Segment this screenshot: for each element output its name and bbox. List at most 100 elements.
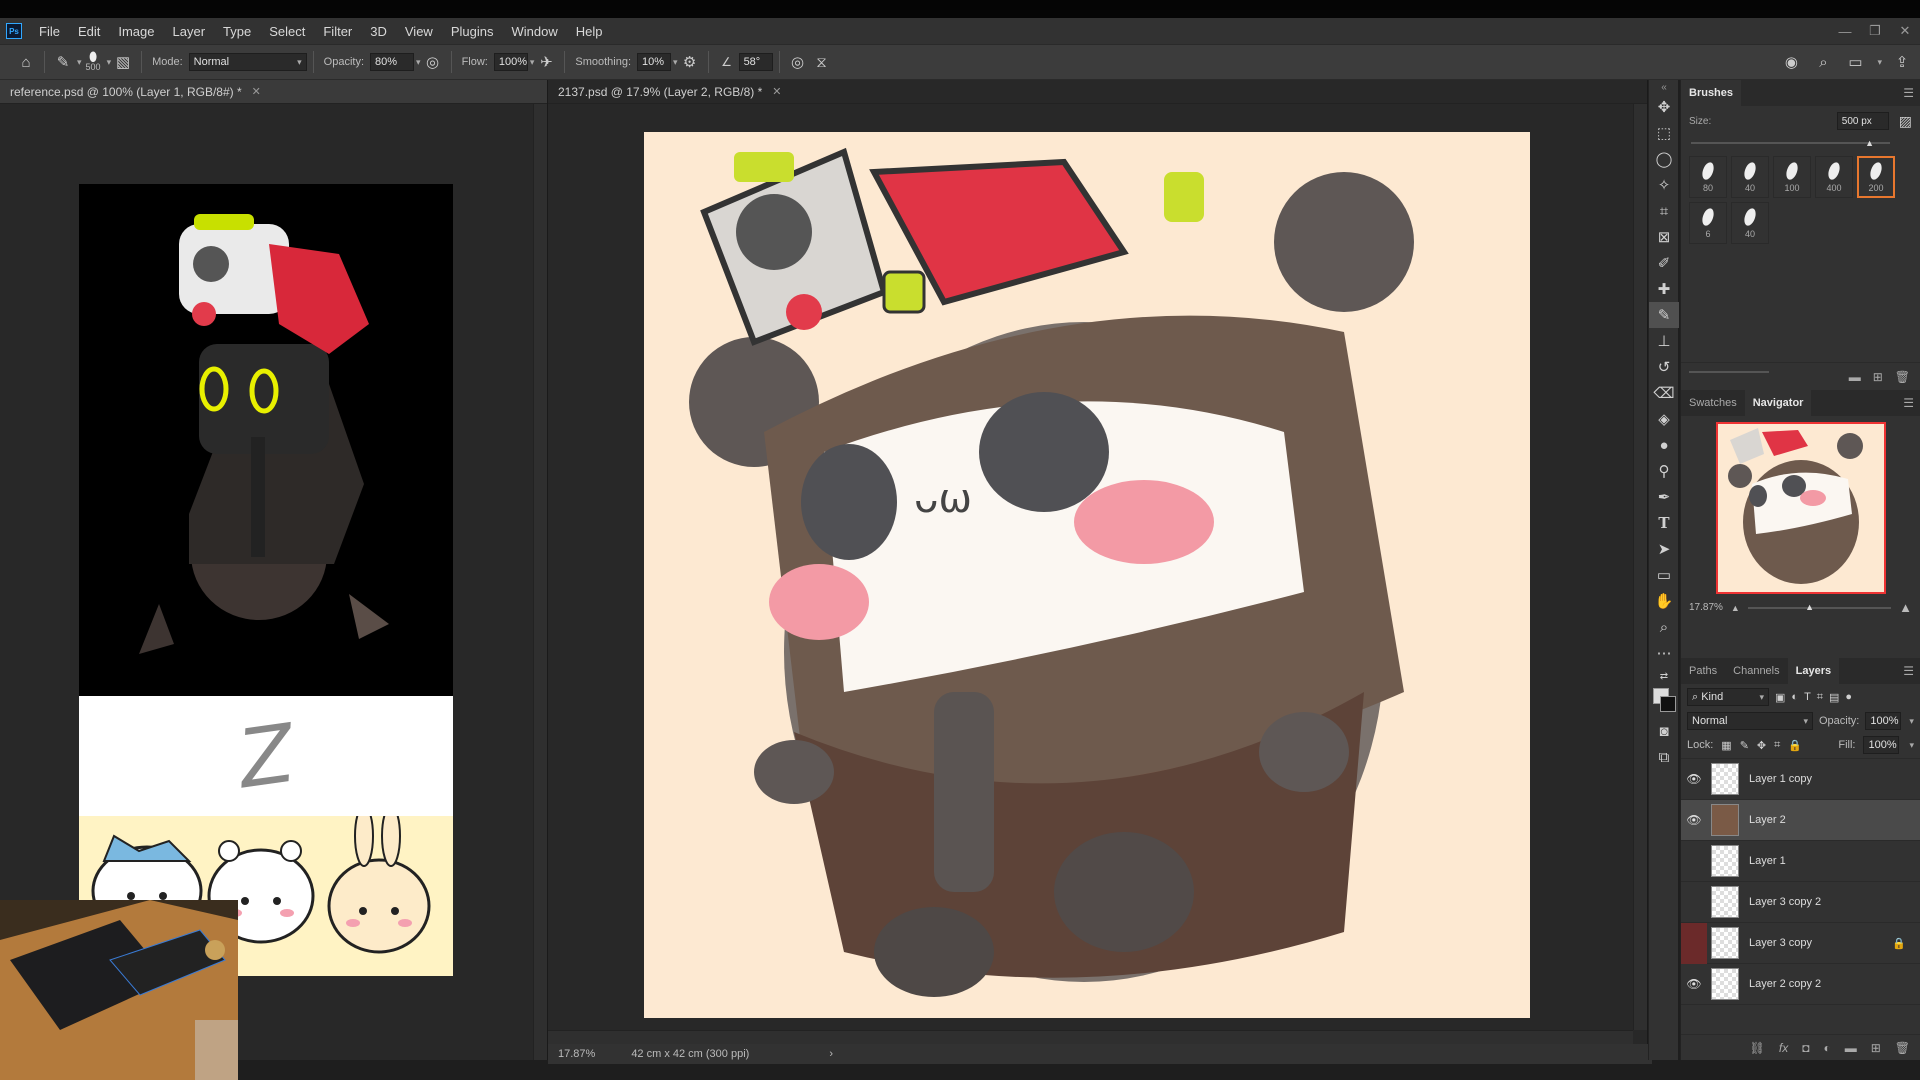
- filter-pixel-icon[interactable]: ▣: [1775, 691, 1785, 704]
- folder-icon[interactable]: ▬: [1849, 370, 1861, 384]
- brush-preset[interactable]: 400: [1815, 156, 1853, 198]
- menu-plugins[interactable]: Plugins: [442, 24, 503, 39]
- new-brush-icon[interactable]: ▨: [1899, 113, 1912, 130]
- menu-image[interactable]: Image: [109, 24, 163, 39]
- filter-shape-icon[interactable]: ⌗: [1817, 691, 1823, 704]
- mode-select[interactable]: Normal ▾: [188, 53, 307, 71]
- layer-row[interactable]: 👁 Layer 1 copy: [1681, 759, 1920, 800]
- stamp-tool-icon[interactable]: ⊥: [1649, 328, 1679, 354]
- filter-toggle-icon[interactable]: ●: [1845, 691, 1852, 703]
- brush-preset[interactable]: 40: [1731, 156, 1769, 198]
- quick-mask-icon[interactable]: ◙: [1649, 718, 1679, 744]
- layer-filter-select[interactable]: ⌕ Kind ▾: [1687, 688, 1769, 706]
- tab-layers[interactable]: Layers: [1787, 658, 1840, 684]
- collapse-icon[interactable]: «: [1649, 80, 1679, 94]
- paint-bucket-tool-icon[interactable]: ◈: [1649, 406, 1679, 432]
- layer-row[interactable]: 👁 Layer 3 copy 2: [1681, 882, 1920, 923]
- menu-window[interactable]: Window: [502, 24, 566, 39]
- visibility-eye-icon[interactable]: 👁: [1681, 772, 1707, 786]
- menu-filter[interactable]: Filter: [314, 24, 361, 39]
- symmetry-icon[interactable]: ⧖: [810, 50, 834, 74]
- tab-navigator[interactable]: Navigator: [1744, 390, 1812, 416]
- main-horizontal-scrollbar[interactable]: [548, 1030, 1633, 1044]
- status-zoom[interactable]: 17.87%: [558, 1048, 595, 1060]
- menu-select[interactable]: Select: [260, 24, 314, 39]
- menu-3d[interactable]: 3D: [361, 24, 396, 39]
- panel-menu-icon[interactable]: ☰: [1903, 396, 1914, 410]
- menu-help[interactable]: Help: [567, 24, 612, 39]
- brush-preset[interactable]: 6: [1689, 202, 1727, 244]
- lock-all-icon[interactable]: 🔒: [1788, 739, 1802, 752]
- visibility-eye-icon[interactable]: 👁: [1681, 922, 1707, 964]
- lock-artboard-icon[interactable]: ⌗: [1774, 739, 1780, 752]
- share-icon[interactable]: ⇪: [1890, 50, 1914, 74]
- pen-tool-icon[interactable]: ✒: [1649, 484, 1679, 510]
- navigator-zoom-thumb[interactable]: ▲: [1805, 602, 1814, 612]
- blend-mode-select[interactable]: Normal ▾: [1687, 712, 1813, 730]
- layer-row[interactable]: 👁 Layer 3 copy 🔒: [1681, 922, 1920, 964]
- workspace-icon[interactable]: ▭: [1843, 50, 1867, 74]
- visibility-eye-icon[interactable]: 👁: [1681, 813, 1707, 827]
- smoothing-input[interactable]: 10%: [637, 53, 672, 71]
- menu-view[interactable]: View: [396, 24, 442, 39]
- brush-size-slider[interactable]: ▲: [1691, 136, 1910, 150]
- path-select-tool-icon[interactable]: ➤: [1649, 536, 1679, 562]
- crop-tool-icon[interactable]: ⌗: [1649, 198, 1679, 224]
- navigator-zoom-slider[interactable]: ▲: [1747, 602, 1892, 612]
- delete-layer-icon[interactable]: 🗑: [1895, 1041, 1910, 1055]
- panel-menu-icon[interactable]: ☰: [1903, 86, 1914, 100]
- lock-pixels-icon[interactable]: ✎: [1740, 739, 1749, 752]
- artwork-canvas[interactable]: ᴗω: [644, 132, 1530, 1018]
- zoom-in-icon[interactable]: ▲: [1899, 600, 1912, 615]
- zoom-out-icon[interactable]: ▲: [1731, 603, 1740, 613]
- delete-brush-icon[interactable]: 🗑: [1895, 370, 1910, 384]
- main-canvas-area[interactable]: ᴗω: [548, 104, 1633, 1030]
- brush-preset[interactable]: 200: [1857, 156, 1895, 198]
- screen-mode-icon[interactable]: ⧉: [1649, 744, 1679, 770]
- blur-tool-icon[interactable]: ●: [1649, 432, 1679, 458]
- filter-type-icon[interactable]: T: [1804, 691, 1811, 703]
- brush-size-slider-thumb[interactable]: ▲: [1865, 138, 1874, 148]
- filter-smart-object-icon[interactable]: ▤: [1829, 691, 1839, 704]
- healing-brush-tool-icon[interactable]: ✚: [1649, 276, 1679, 302]
- navigator-zoom-value[interactable]: 17.87%: [1689, 602, 1723, 613]
- link-layers-icon[interactable]: ⛓: [1750, 1041, 1765, 1055]
- lasso-tool-icon[interactable]: ◯: [1649, 146, 1679, 172]
- brush-preset[interactable]: 80: [1689, 156, 1727, 198]
- menu-layer[interactable]: Layer: [164, 24, 215, 39]
- dodge-tool-icon[interactable]: ⚲: [1649, 458, 1679, 484]
- frame-tool-icon[interactable]: ⊠: [1649, 224, 1679, 250]
- fill-input[interactable]: 100%: [1863, 736, 1900, 754]
- zoom-tool-icon[interactable]: ⌕: [1649, 614, 1679, 640]
- smoothing-settings-icon[interactable]: ⚙: [678, 50, 702, 74]
- adjustment-layer-icon[interactable]: ◐: [1823, 1041, 1830, 1055]
- type-tool-icon[interactable]: T: [1649, 510, 1679, 536]
- brush-preset[interactable]: 40: [1731, 202, 1769, 244]
- brush-size-input[interactable]: 500 px: [1836, 112, 1889, 130]
- marquee-tool-icon[interactable]: ⬚: [1649, 120, 1679, 146]
- home-icon[interactable]: ⌂: [14, 50, 38, 74]
- tab-reference[interactable]: reference.psd @ 100% (Layer 1, RGB/8#) *…: [0, 80, 547, 104]
- main-vertical-scrollbar[interactable]: [1633, 104, 1647, 1030]
- pressure-size-icon[interactable]: ◎: [786, 50, 810, 74]
- brush-tool-icon[interactable]: ✎: [1649, 302, 1679, 328]
- restore-icon[interactable]: ❐: [1860, 18, 1890, 44]
- layer-row[interactable]: 👁 Layer 2: [1681, 800, 1920, 841]
- visibility-eye-icon[interactable]: 👁: [1681, 895, 1707, 909]
- add-mask-icon[interactable]: ◘: [1802, 1041, 1809, 1055]
- more-tools-icon[interactable]: ⋯: [1649, 640, 1679, 666]
- search-icon[interactable]: ⌕: [1811, 50, 1835, 74]
- brush-preset[interactable]: 100: [1773, 156, 1811, 198]
- close-tab-icon[interactable]: ✕: [772, 85, 781, 98]
- visibility-eye-icon[interactable]: 👁: [1681, 854, 1707, 868]
- angle-input[interactable]: 58°: [738, 53, 773, 71]
- visibility-eye-icon[interactable]: 👁: [1681, 977, 1707, 991]
- panel-menu-icon[interactable]: ☰: [1903, 664, 1914, 678]
- tab-channels[interactable]: Channels: [1725, 658, 1787, 684]
- layer-row[interactable]: 👁 Layer 2 copy 2: [1681, 964, 1920, 1005]
- background-color[interactable]: [1660, 696, 1676, 712]
- history-brush-tool-icon[interactable]: ↺: [1649, 354, 1679, 380]
- menu-edit[interactable]: Edit: [69, 24, 109, 39]
- lock-position-icon[interactable]: ✥: [1757, 739, 1766, 752]
- opacity-input[interactable]: 80%: [370, 53, 415, 71]
